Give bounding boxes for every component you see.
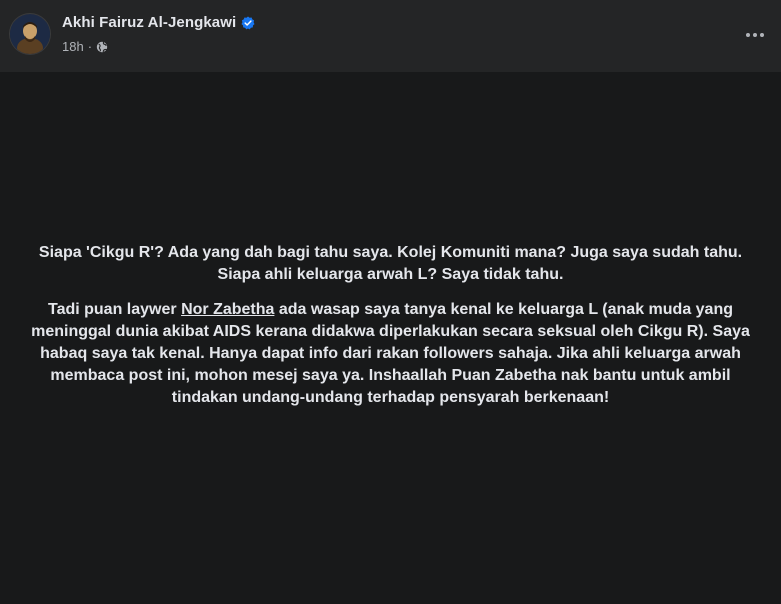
- verified-badge-icon: [241, 16, 255, 30]
- globe-icon: [96, 41, 108, 53]
- post-text-background: Siapa 'Cikgu R'? Ada yang dah bagi tahu …: [0, 72, 781, 604]
- profile-photo-icon: [10, 14, 50, 54]
- post-paragraph: Siapa 'Cikgu R'? Ada yang dah bagi tahu …: [38, 244, 743, 283]
- mention-link[interactable]: Nor Zabetha: [181, 301, 274, 318]
- post-header: Akhi Fairuz Al-Jengkawi 18h ·: [0, 0, 781, 72]
- post-text-segment: Tadi puan laywer: [47, 301, 182, 318]
- post-text: Siapa 'Cikgu R'? Ada yang dah bagi tahu …: [20, 242, 761, 422]
- meta-separator: ·: [87, 39, 93, 54]
- post-paragraph: Tadi puan laywer Nor Zabetha ada wasap s…: [20, 299, 761, 409]
- author-row: Akhi Fairuz Al-Jengkawi: [62, 14, 255, 31]
- author-name[interactable]: Akhi Fairuz Al-Jengkawi: [62, 14, 236, 31]
- post-meta: 18h ·: [62, 39, 108, 54]
- ellipsis-icon: [746, 33, 764, 37]
- post-options-button[interactable]: [737, 17, 773, 53]
- post-timestamp[interactable]: 18h: [62, 39, 84, 54]
- author-avatar[interactable]: [10, 14, 50, 54]
